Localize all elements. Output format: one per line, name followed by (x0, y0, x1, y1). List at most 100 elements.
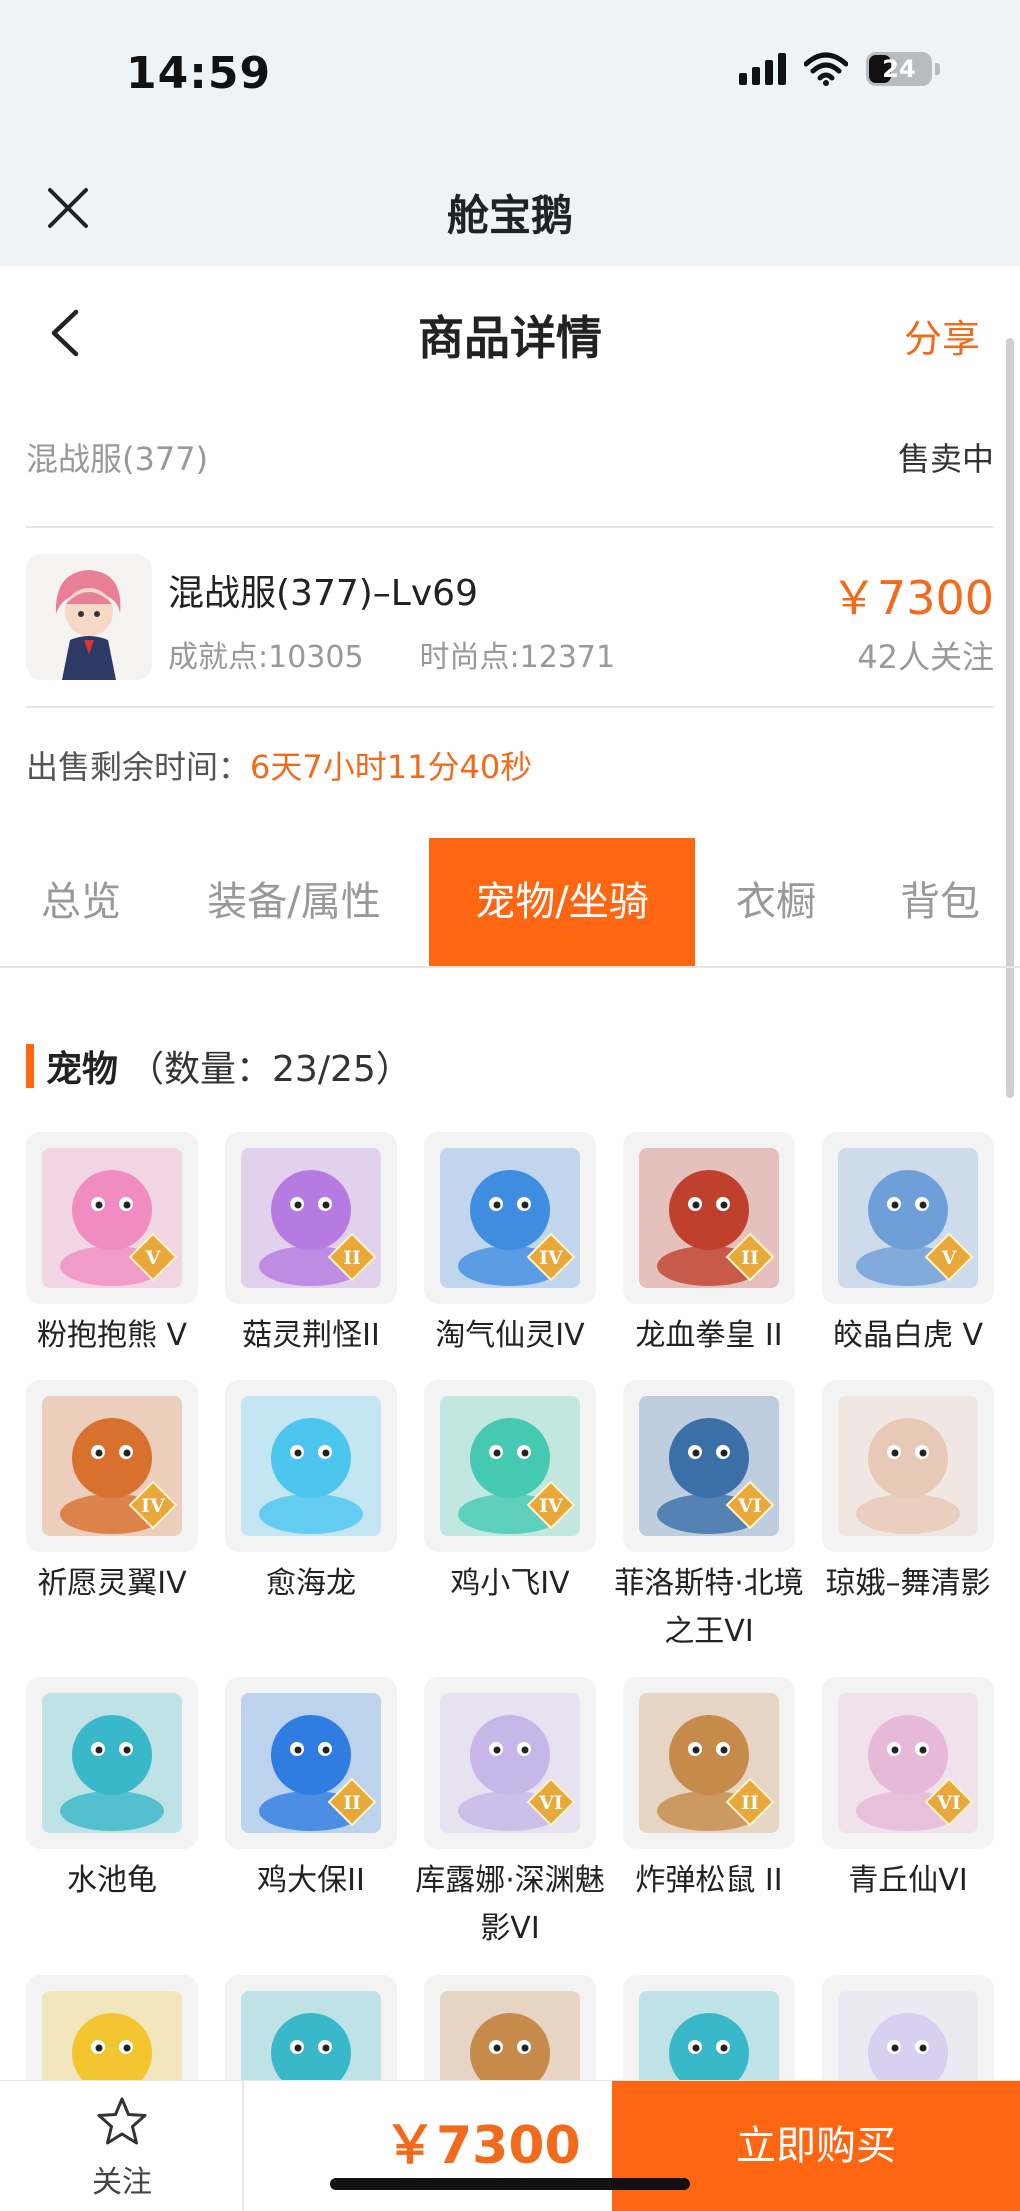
pet-image: V (26, 1132, 198, 1304)
pet-image (225, 1380, 397, 1552)
tier-badge-icon: IV (526, 1480, 576, 1530)
signal-icon (739, 53, 786, 85)
pet-name: 鸡小飞IV (450, 1566, 570, 1601)
star-icon (97, 2097, 147, 2145)
scrollbar[interactable] (1006, 338, 1014, 1098)
tier-badge-icon: IV (526, 1232, 576, 1282)
detail-tabs: 总览 装备/属性 宠物/坐骑 衣橱 背包 (0, 838, 1020, 968)
product-summary: 混战服(377)–Lv69 成就点:10305 时尚点:12371 ￥7300 … (26, 554, 994, 680)
pet-card[interactable]: 琼娥–舞清影 (822, 1380, 994, 1608)
pet-name: 菇灵荆怪II (242, 1318, 380, 1353)
pet-name: 祈愿灵翼IV (37, 1566, 187, 1601)
host-header: 14:59 24 舱宝鹅 (0, 0, 1020, 266)
pet-name: 水池龟 (67, 1863, 157, 1898)
sale-status: 售卖中 (897, 440, 994, 478)
tier-badge-icon: VI (725, 1480, 775, 1530)
pet-image: V (822, 1132, 994, 1304)
svg-text:II: II (741, 1792, 759, 1814)
pet-card[interactable]: II 龙血拳皇 II (623, 1132, 795, 1360)
status-icons: 24 (739, 52, 940, 86)
svg-text:V: V (941, 1247, 958, 1269)
page-header: 商品详情 分享 (0, 266, 1020, 396)
tier-badge-icon: II (725, 1232, 775, 1282)
product-name: 混战服(377)–Lv69 (168, 573, 478, 614)
pet-image: VI (623, 1380, 795, 1552)
pet-name: 鸡大保II (257, 1863, 365, 1898)
timer-value: 6天7小时11分40秒 (250, 748, 533, 786)
pet-card[interactable]: VI 青丘仙VI (822, 1677, 994, 1905)
home-indicator (330, 2178, 690, 2190)
fashion-points: 时尚点:12371 (419, 640, 616, 675)
bottom-action-bar: 关注 ￥7300 立即购买 (0, 2080, 1020, 2211)
pet-count: （数量：23/25） (128, 1049, 412, 1090)
pet-card[interactable]: V 皎晶白虎 V (822, 1132, 994, 1360)
pet-card[interactable]: V 粉抱抱熊 V (26, 1132, 198, 1360)
achievement-points: 成就点:10305 (168, 640, 364, 675)
pet-image: IV (424, 1132, 596, 1304)
pet-name: 菲洛斯特·北境之王VI (614, 1566, 804, 1649)
pet-card[interactable]: IV 淘气仙灵IV (424, 1132, 596, 1360)
svg-text:II: II (343, 1792, 361, 1814)
tier-badge-icon: IV (128, 1480, 178, 1530)
pet-image: II (225, 1132, 397, 1304)
follow-label: 关注 (92, 2165, 152, 2200)
tab-wardrobe[interactable]: 衣橱 (712, 838, 840, 966)
pet-name: 炸弹松鼠 II (635, 1863, 783, 1898)
pet-card[interactable]: II 鸡大保II (225, 1677, 397, 1905)
pet-image: VI (822, 1677, 994, 1849)
svg-text:VI: VI (737, 1495, 762, 1517)
pet-image: IV (424, 1380, 596, 1552)
tier-badge-icon: II (725, 1777, 775, 1827)
pet-name: 库露娜·深渊魅影VI (415, 1863, 605, 1946)
svg-text:IV: IV (539, 1495, 564, 1517)
pets-section-header: 宠物 （数量：23/25） (26, 1040, 412, 1092)
section-accent (26, 1044, 34, 1088)
tab-overview[interactable]: 总览 (0, 838, 162, 966)
pet-image: II (623, 1677, 795, 1849)
tab-backpack[interactable]: 背包 (870, 838, 1010, 966)
tier-badge-icon: II (327, 1232, 377, 1282)
follower-count: 42人关注 (857, 638, 994, 676)
wifi-icon (804, 52, 848, 86)
pet-card[interactable]: II 菇灵荆怪II (225, 1132, 397, 1360)
character-avatar (26, 554, 152, 680)
tier-badge-icon: V (924, 1232, 974, 1282)
pet-image (26, 1677, 198, 1849)
product-stats: 成就点:10305 时尚点:12371 (168, 632, 615, 676)
divider (26, 526, 994, 528)
pet-name: 淘气仙灵IV (435, 1318, 585, 1353)
pet-image: VI (424, 1677, 596, 1849)
share-button[interactable]: 分享 (904, 308, 980, 363)
battery-icon: 24 (866, 52, 940, 86)
pet-card[interactable]: 水池龟 (26, 1677, 198, 1905)
tier-badge-icon: V (128, 1232, 178, 1282)
pet-card[interactable]: II 炸弹松鼠 II (623, 1677, 795, 1905)
tab-equipment[interactable]: 装备/属性 (180, 838, 408, 966)
pet-card[interactable]: 愈海龙 (225, 1380, 397, 1608)
pet-card[interactable]: VI 库露娜·深渊魅影VI (415, 1677, 605, 1953)
section-title: 宠物 (46, 1049, 119, 1090)
pet-card[interactable]: IV 鸡小飞IV (424, 1380, 596, 1608)
battery-level: 24 (882, 55, 916, 83)
svg-text:II: II (343, 1247, 361, 1269)
pet-image: IV (26, 1380, 198, 1552)
pet-name: 青丘仙VI (848, 1863, 968, 1898)
svg-text:V: V (145, 1247, 162, 1269)
svg-text:IV: IV (141, 1495, 166, 1517)
follow-button[interactable]: 关注 (0, 2081, 244, 2211)
svg-text:IV: IV (539, 1247, 564, 1269)
status-time: 14:59 (126, 48, 272, 99)
pet-name: 愈海龙 (266, 1566, 356, 1601)
pet-card[interactable]: IV 祈愿灵翼IV (26, 1380, 198, 1608)
divider (26, 706, 994, 708)
pet-card[interactable]: VI 菲洛斯特·北境之王VI (614, 1380, 804, 1656)
buy-now-button[interactable]: 立即购买 (612, 2081, 1020, 2211)
tab-pets-mounts[interactable]: 宠物/坐骑 (429, 838, 695, 966)
pet-image: II (623, 1132, 795, 1304)
pet-name: 龙血拳皇 II (635, 1318, 783, 1353)
svg-text:II: II (741, 1247, 759, 1269)
tier-badge-icon: VI (526, 1777, 576, 1827)
svg-text:VI: VI (936, 1792, 961, 1814)
pet-name: 琼娥–舞清影 (825, 1566, 991, 1601)
tier-badge-icon: II (327, 1777, 377, 1827)
